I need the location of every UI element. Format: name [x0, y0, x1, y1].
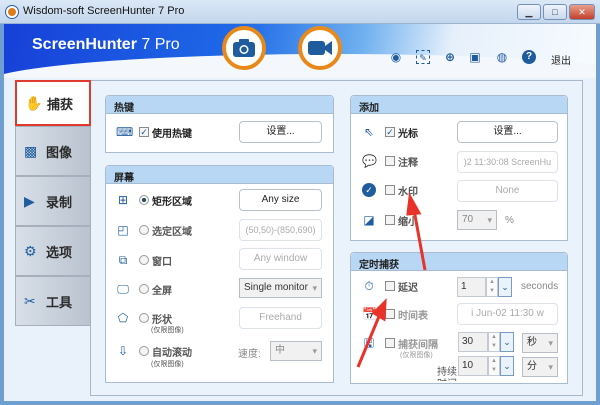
annotation-arrows — [356, 192, 427, 368]
red-arrow — [406, 192, 427, 271]
red-arrow — [356, 298, 387, 368]
